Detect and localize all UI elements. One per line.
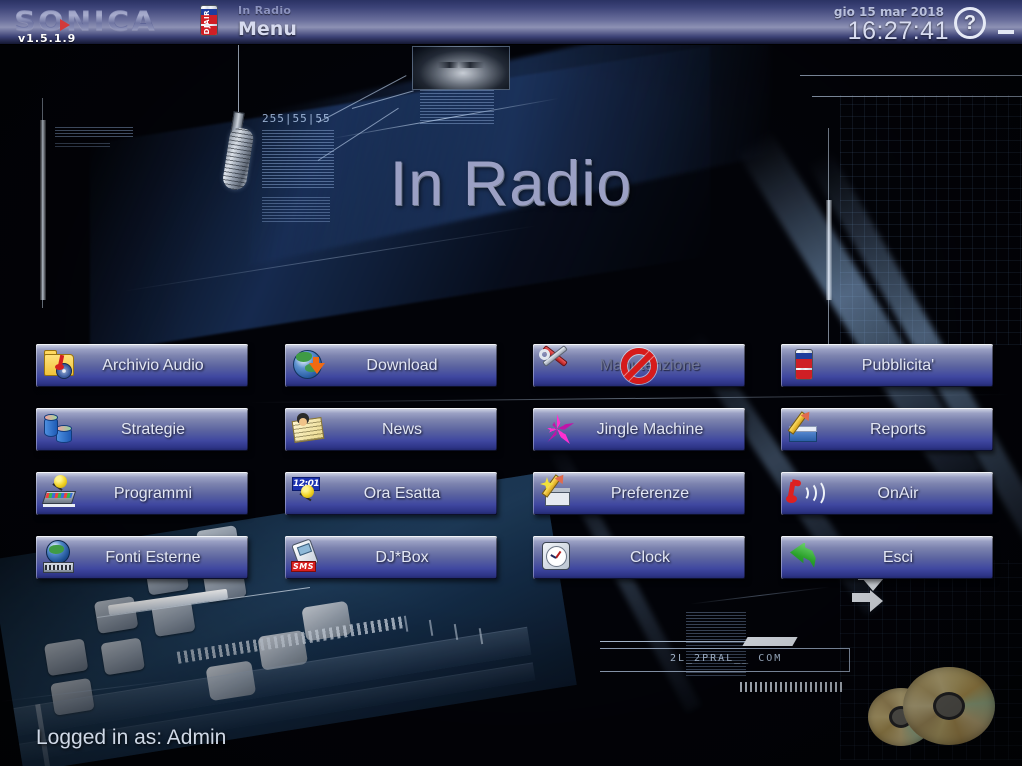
menu-button-download[interactable]: Download [285,344,497,387]
title-bar: SONICA v1.5.1.9 DJAIR In Radio Menu gio … [0,0,1022,45]
menu-button-preferenze[interactable]: Preferenze [533,471,745,515]
menu-button-clock[interactable]: Clock [533,536,745,579]
menu-button-esci[interactable]: Esci [781,536,993,579]
version-label: v1.5.1.9 [18,32,77,45]
green-exit-arrow-icon [787,539,823,575]
menu-button-strategie[interactable]: Strategie [36,408,248,451]
minimize-button[interactable] [998,30,1014,34]
app-logo: SONICA v1.5.1.9 [8,6,188,45]
status-bar-login: Logged in as: Admin [36,726,227,749]
analog-clock-icon [539,539,575,575]
clock-pin-icon: 12:01 [291,475,327,511]
menu-button-fonti-esterne[interactable]: Fonti Esterne [36,536,248,579]
globe-download-icon [291,347,327,383]
menu-button-onair[interactable]: OnAir [781,472,993,515]
disabled-no-entry-icon [621,347,657,384]
play-triangle-icon [60,19,70,31]
help-button[interactable]: ? [954,7,986,39]
page-title: Menu [238,18,297,40]
menu-button-ora-esatta[interactable]: 12:01 Ora Esatta [285,472,497,515]
menu-button-archivio-audio[interactable]: Archivio Audio [36,344,248,387]
clock-display: 16:27:41 [847,17,949,45]
header-subtitle: In Radio [238,4,292,17]
pencil-window-icon [539,471,575,511]
globe-deck-icon [42,539,78,575]
soda-can-icon [787,347,823,383]
header-title-block: In Radio Menu [238,4,297,40]
magenta-star-icon [539,411,575,447]
menu-button-manutenzione[interactable]: Manutenzione [533,344,745,387]
menu-button-news[interactable]: News [285,408,497,451]
can-text: DJAIR [203,10,211,35]
cylinder-chart-icon [42,411,78,447]
sms-icon-text: SMS [293,562,314,571]
menu-button-grid: Archivio Audio Download Manutenzione Pub… [0,0,1022,766]
menu-button-reports[interactable]: Reports [781,408,993,451]
mixer-pin-icon [41,475,78,511]
menu-button-programmi[interactable]: Programmi [36,472,248,515]
sms-pager-icon: SMS [291,538,327,575]
menu-button-pubblicita[interactable]: Pubblicita' [781,344,993,387]
newspaper-icon [291,411,327,447]
broadcast-note-icon [786,475,825,511]
menu-button-jingle-machine[interactable]: Jingle Machine [533,408,745,451]
audio-folder-icon [42,347,78,383]
pencil-paper-icon [787,408,823,447]
menu-button-djbox[interactable]: SMS DJ*Box [285,536,497,579]
tools-icon [536,345,575,383]
soda-can-icon: DJAIR [200,5,222,41]
application-window: 255|55|55 2L_2PRAL__ COM SONICA v1.5.1.9… [0,0,1022,766]
